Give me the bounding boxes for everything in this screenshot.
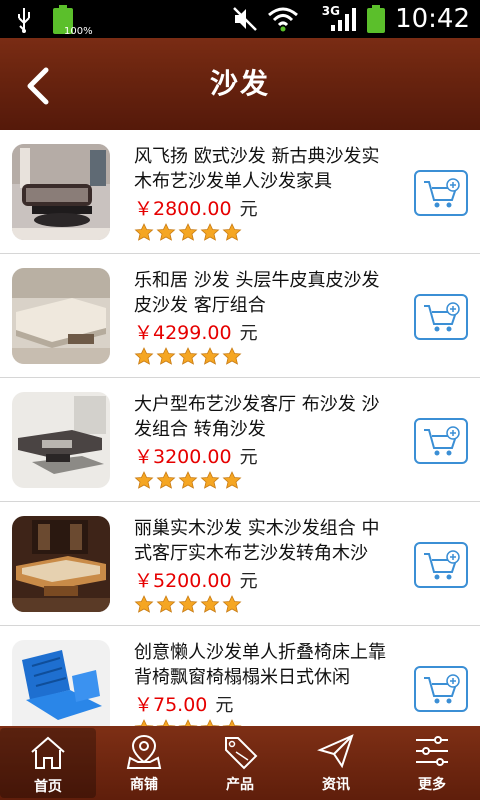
nav-more[interactable]: 更多: [384, 726, 480, 800]
product-price: ￥2800.00 元: [134, 194, 258, 221]
rating-stars: [134, 719, 242, 726]
cart-add-icon: [424, 550, 460, 580]
cart-add-icon: [424, 426, 460, 456]
product-price: ￥3200.00 元: [134, 442, 258, 469]
sliders-icon: [416, 736, 448, 766]
product-item[interactable]: 大户型布艺沙发客厅 布沙发 沙发组合 转角沙发 ￥3200.00 元: [0, 378, 480, 502]
price-value: ￥3200.00: [134, 446, 232, 468]
price-value: ￥2800.00: [134, 198, 232, 220]
star-icon: [200, 347, 220, 365]
star-icon: [222, 223, 242, 241]
price-unit: 元: [239, 199, 258, 220]
star-icon: [134, 595, 154, 613]
battery-icon: [367, 5, 386, 33]
cart-add-icon: [424, 302, 460, 332]
nav-news[interactable]: 资讯: [288, 726, 384, 800]
usb-icon: [18, 8, 30, 33]
star-icon: [156, 719, 176, 726]
nav-products-label: 产品: [226, 777, 254, 793]
nav-news-label: 资讯: [322, 777, 350, 793]
price-unit: 元: [239, 447, 258, 468]
star-icon: [156, 471, 176, 489]
add-to-cart-button[interactable]: [414, 170, 468, 216]
nav-home[interactable]: 首页: [0, 728, 96, 798]
status-right: 10:42: [231, 2, 470, 36]
star-icon: [134, 347, 154, 365]
star-icon: [134, 471, 154, 489]
product-item[interactable]: 创意懒人沙发单人折叠椅床上靠背椅飘窗椅榻榻米日式休闲 ￥75.00 元: [0, 626, 480, 726]
status-left: 100%: [14, 4, 93, 37]
product-name[interactable]: 丽巢实木沙发 实木沙发组合 中式客厅实木布艺沙发转角木沙: [134, 516, 396, 566]
status-bar: 100% 3G 10:42: [0, 0, 480, 38]
map-marker-icon: [126, 734, 162, 769]
star-icon: [200, 719, 220, 726]
star-icon: [156, 595, 176, 613]
product-thumbnail[interactable]: [12, 392, 110, 488]
product-thumbnail[interactable]: [12, 268, 110, 364]
price-unit: 元: [239, 571, 258, 592]
paper-plane-icon: [317, 734, 354, 769]
star-icon: [178, 719, 198, 726]
wifi-icon: [268, 7, 299, 32]
product-price: ￥4299.00 元: [134, 318, 258, 345]
star-icon: [200, 595, 220, 613]
nav-home-label: 首页: [34, 779, 62, 795]
star-icon: [134, 223, 154, 241]
battery-percent: 100%: [64, 26, 93, 37]
product-name[interactable]: 大户型布艺沙发客厅 布沙发 沙发组合 转角沙发: [134, 392, 396, 442]
product-item[interactable]: 乐和居 沙发 头层牛皮真皮沙发皮沙发 客厅组合 ￥4299.00 元: [0, 254, 480, 378]
product-price: ￥5200.00 元: [134, 566, 258, 593]
sale-tag-icon: [225, 737, 258, 770]
price-value: ￥5200.00: [134, 570, 232, 592]
product-name[interactable]: 风飞扬 欧式沙发 新古典沙发实木布艺沙发单人沙发家具: [134, 144, 396, 194]
product-item[interactable]: 丽巢实木沙发 实木沙发组合 中式客厅实木布艺沙发转角木沙 ￥5200.00 元: [0, 502, 480, 626]
page-title: 沙发: [209, 67, 270, 100]
star-icon: [222, 595, 242, 613]
product-thumbnail[interactable]: [12, 144, 110, 240]
star-icon: [178, 347, 198, 365]
cart-add-icon: [424, 178, 460, 208]
product-price: ￥75.00 元: [134, 690, 233, 717]
star-icon: [200, 223, 220, 241]
rating-stars: [134, 223, 242, 241]
star-icon: [178, 595, 198, 613]
signal-icon: [331, 8, 357, 31]
add-to-cart-button[interactable]: [414, 666, 468, 712]
add-to-cart-button[interactable]: [414, 542, 468, 588]
product-name[interactable]: 乐和居 沙发 头层牛皮真皮沙发皮沙发 客厅组合: [134, 268, 396, 318]
star-icon: [222, 347, 242, 365]
add-to-cart-button[interactable]: [414, 294, 468, 340]
clock: 10:42: [395, 4, 470, 34]
nav-more-label: 更多: [418, 777, 446, 793]
price-value: ￥4299.00: [134, 322, 232, 344]
app-header: 沙发: [0, 38, 480, 130]
home-icon: [31, 736, 65, 769]
star-icon: [156, 223, 176, 241]
bottom-nav: 首页 商铺 产品 资讯 更多: [0, 726, 480, 800]
price-unit: 元: [239, 323, 258, 344]
star-icon: [156, 347, 176, 365]
rating-stars: [134, 471, 242, 489]
star-icon: [222, 719, 242, 726]
star-icon: [178, 223, 198, 241]
rating-stars: [134, 347, 242, 365]
mute-icon: [233, 7, 257, 31]
nav-shops[interactable]: 商铺: [96, 726, 192, 800]
price-value: ￥75.00: [134, 694, 208, 716]
nav-shops-label: 商铺: [130, 777, 158, 793]
star-icon: [134, 719, 154, 726]
nav-products[interactable]: 产品: [192, 726, 288, 800]
star-icon: [178, 471, 198, 489]
product-thumbnail[interactable]: [12, 516, 110, 612]
add-to-cart-button[interactable]: [414, 418, 468, 464]
star-icon: [222, 471, 242, 489]
product-list[interactable]: 风飞扬 欧式沙发 新古典沙发实木布艺沙发单人沙发家具 ￥2800.00 元 乐和…: [0, 130, 480, 726]
cart-add-icon: [424, 674, 460, 704]
price-unit: 元: [215, 695, 234, 716]
product-item[interactable]: 风飞扬 欧式沙发 新古典沙发实木布艺沙发单人沙发家具 ￥2800.00 元: [0, 130, 480, 254]
star-icon: [200, 471, 220, 489]
rating-stars: [134, 595, 242, 613]
product-name[interactable]: 创意懒人沙发单人折叠椅床上靠背椅飘窗椅榻榻米日式休闲: [134, 640, 396, 690]
product-thumbnail[interactable]: [12, 640, 110, 726]
